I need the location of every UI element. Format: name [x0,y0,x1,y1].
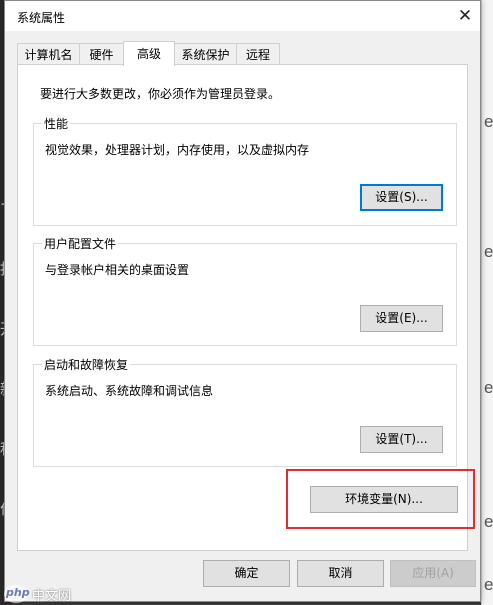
user-profiles-settings-button[interactable]: 设置(E)... [360,305,443,332]
close-button[interactable]: ✕ [450,1,480,31]
bg-right-fragment: e [484,378,493,397]
bg-right-fragment: e [484,575,493,594]
ok-button[interactable]: 确定 [203,560,290,587]
background-window-right: e e e e e [481,0,493,605]
advanced-tab-panel: 要进行大多数更改，你必须作为管理员登录。 性能 视觉效果，处理器计划，内存使用，… [17,64,475,551]
admin-notice: 要进行大多数更改，你必须作为管理员登录。 [40,87,281,101]
performance-description: 视觉效果，处理器计划，内存使用，以及虚拟内存 [45,143,310,157]
bg-right-fragment: e [484,512,493,531]
performance-group-title: 性能 [42,115,71,132]
user-profiles-description: 与登录帐户相关的桌面设置 [45,263,190,277]
title-bar[interactable]: 系统属性 ✕ [5,1,480,31]
apply-button[interactable]: 应用(A) [390,560,476,587]
tab-computer-name[interactable]: 计算机名 [17,43,80,65]
highlight-box [286,469,475,529]
user-profiles-group: 用户配置文件 与登录帐户相关的桌面设置 设置(E)... [33,235,457,346]
tab-advanced[interactable]: 高级 [123,41,175,66]
user-profiles-group-title: 用户配置文件 [42,235,119,252]
startup-recovery-group-title: 启动和故障恢复 [42,356,131,373]
bg-right-fragment: e [484,242,493,261]
startup-recovery-settings-button[interactable]: 设置(T)... [360,426,443,453]
tab-system-protection[interactable]: 系统保护 [174,43,237,65]
performance-group: 性能 视觉效果，处理器计划，内存使用，以及虚拟内存 设置(S)... [33,115,457,226]
system-properties-dialog: 系统属性 ✕ 计算机名 硬件 高级 系统保护 远程 要进行大多数更改，你必须作为… [4,0,481,602]
php-cn-watermark: php 中文网 [0,583,90,605]
watermark-logo-text: php [6,586,30,599]
tab-hardware[interactable]: 硬件 [79,43,124,65]
performance-settings-button[interactable]: 设置(S)... [360,184,443,211]
tab-remote[interactable]: 远程 [236,43,280,65]
startup-recovery-description: 系统启动、系统故障和调试信息 [45,384,214,398]
bg-right-fragment: e [484,112,493,131]
startup-recovery-group: 启动和故障恢复 系统启动、系统故障和调试信息 设置(T)... [33,356,457,467]
watermark-text: 中文网 [32,589,72,604]
cancel-button[interactable]: 取消 [297,560,384,587]
window-title: 系统属性 [17,11,66,25]
